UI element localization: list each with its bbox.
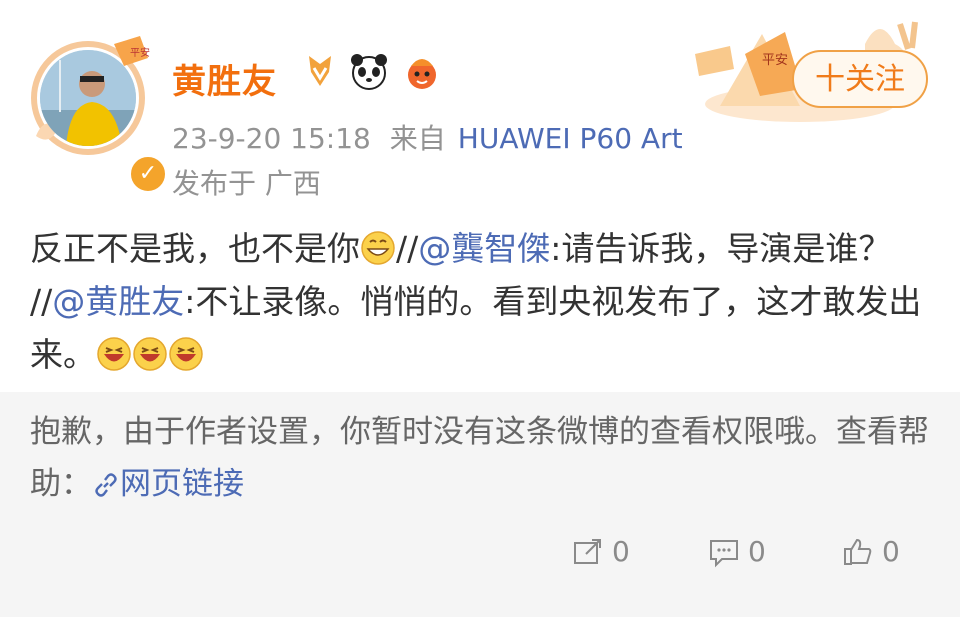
retweet-message: 抱歉，由于作者设置，你暂时没有这条微博的查看权限哦。查看帮助： 网页链接 [30, 406, 940, 510]
mention-link[interactable]: @黄胜友 [52, 282, 184, 321]
weibo-post-card: 平安 ✓ 黄胜友 23-9-20 15:18 来自 HUAWEI P60 Art… [0, 0, 960, 617]
share-button[interactable]: 0 [572, 532, 642, 572]
post-location: 发布于 广西 [172, 167, 321, 200]
like-icon [844, 538, 872, 565]
post-text-part2: :请告诉我，导演是谁？ [550, 229, 892, 268]
mention-link[interactable]: @龔智傑 [418, 229, 550, 268]
help-link[interactable]: 网页链接 [92, 466, 244, 502]
like-button[interactable]: 0 [842, 532, 912, 572]
share-count: 0 [612, 535, 630, 568]
source-prefix: 来自 [389, 122, 446, 155]
vip-badge-icon [309, 56, 331, 86]
repost-separator: // [30, 282, 53, 321]
follow-button[interactable]: 十关注 [792, 50, 928, 108]
grin-emoji-icon [361, 231, 395, 265]
action-bar: 0 0 0 [0, 532, 960, 572]
panda-icon [351, 54, 387, 90]
post-text-part1: 反正不是我，也不是你 [30, 229, 360, 268]
avatar[interactable] [40, 50, 136, 146]
laugh-emoji-icon [169, 337, 203, 371]
like-count: 0 [882, 535, 900, 568]
post-device[interactable]: HUAWEI P60 Art [458, 122, 683, 155]
post-meta: 23-9-20 15:18 来自 HUAWEI P60 Art [172, 117, 683, 157]
comment-count: 0 [748, 535, 766, 568]
username[interactable]: 黄胜友 [172, 54, 277, 103]
link-icon [95, 473, 117, 497]
avatar-area[interactable]: 平安 ✓ [30, 36, 168, 194]
mascot-icon [408, 59, 436, 89]
post-time: 23-9-20 15:18 [172, 122, 371, 155]
decor-text: 平安 [762, 53, 788, 68]
post-text: 反正不是我，也不是你//@龔智傑:请告诉我，导演是谁？ //@黄胜友:不让录像。… [30, 222, 930, 381]
retweet-area: 抱歉，由于作者设置，你暂时没有这条微博的查看权限哦。查看帮助： 网页链接 0 0 … [0, 392, 960, 617]
avatar-frame-text: 平安 [130, 46, 150, 59]
comment-icon [710, 540, 738, 568]
laugh-emoji-icon [97, 337, 131, 371]
laugh-emoji-icon [133, 337, 167, 371]
comment-button[interactable]: 0 [708, 532, 778, 572]
verified-badge-icon: ✓ [128, 154, 168, 194]
share-icon [574, 539, 601, 564]
help-link-label: 网页链接 [120, 466, 244, 502]
repost-separator: // [396, 229, 419, 268]
